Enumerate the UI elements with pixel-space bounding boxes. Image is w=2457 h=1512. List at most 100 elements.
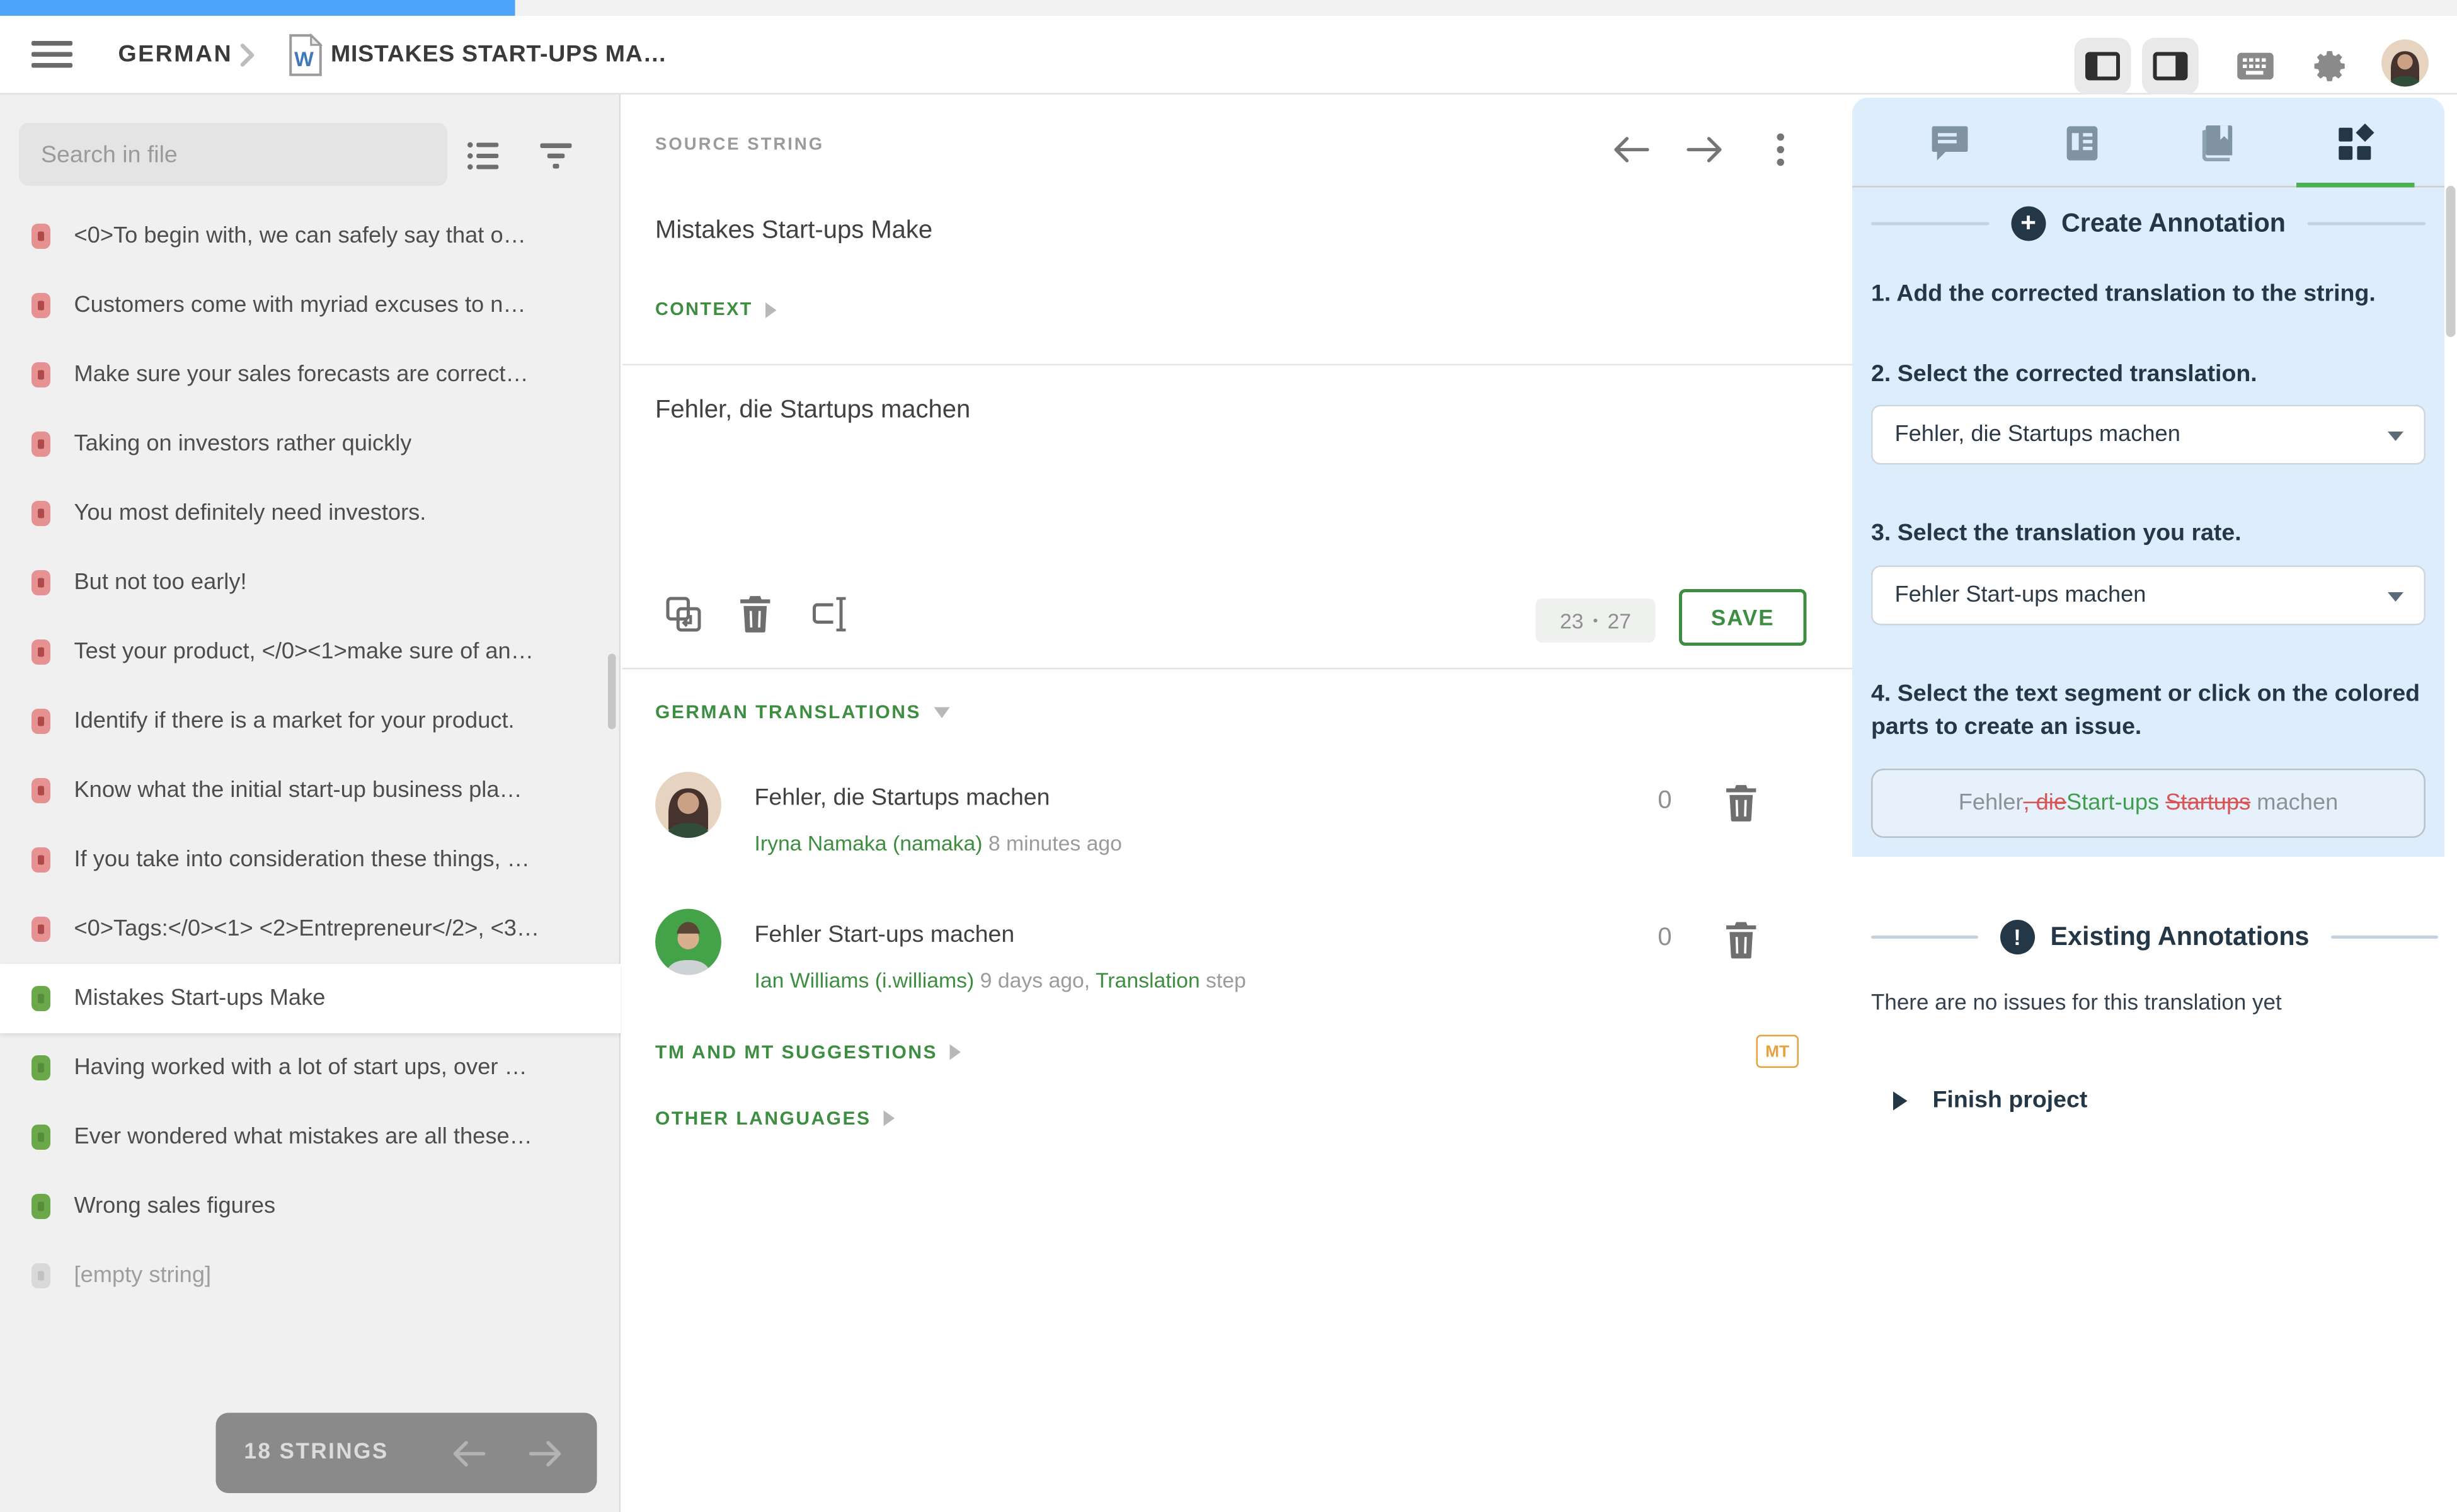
string-list-item[interactable]: Ever wondered what mistakes are all thes… [0,1102,621,1172]
context-toggle[interactable]: CONTEXT [655,301,776,320]
string-list-item[interactable]: Having worked with a lot of start ups, o… [0,1033,621,1102]
tm-suggestions-toggle[interactable]: TM AND MT SUGGESTIONS [655,1041,961,1063]
translator-avatar[interactable] [655,772,721,838]
create-annotation-card: + Create Annotation 1. Add the corrected… [1852,98,2444,857]
source-string-label: SOURCE STRING [655,135,824,154]
translation-row: Fehler, die Startups machen Iryna Namaka … [622,772,1853,891]
save-button[interactable]: SAVE [1679,589,1807,646]
tab-glossary-icon[interactable] [2192,120,2240,167]
filter-icon[interactable] [539,139,573,173]
translation-diff-box[interactable]: Fehler, dieStart-ups Startups machen [1871,769,2426,839]
active-tab-underline [2296,183,2415,188]
search-row [0,110,621,198]
user-avatar[interactable] [2381,40,2429,87]
more-options-icon[interactable] [1766,129,1794,170]
gear-icon[interactable] [2312,50,2350,82]
previous-string-arrow-icon[interactable] [1612,129,1652,170]
translation-progress-bar [0,0,515,16]
next-page-arrow-icon[interactable] [525,1433,566,1474]
rated-translation-select[interactable]: Fehler Start-ups machen [1871,566,2426,626]
string-status-bullet [32,847,50,873]
rated-translation-value: Fehler Start-ups machen [1895,583,2146,608]
annotation-step-4: 4. Select the text segment or click on t… [1871,679,2426,744]
list-view-icon[interactable] [466,139,501,173]
chevron-down-icon [2388,592,2403,602]
diff-segment-added[interactable]: Start-ups [2066,791,2159,816]
string-status-bullet [32,778,50,803]
string-list-item-label: <0>Tags:</0><1> <2>Entrepreneur</2>, <3… [74,917,540,942]
translator-link[interactable]: Ian Williams (i.williams) [755,969,975,993]
string-list-item[interactable]: [empty string] [0,1241,621,1310]
string-list-item[interactable]: But not too early! [0,548,621,617]
tab-context-icon[interactable] [2059,120,2106,167]
sidebar-scrollbar[interactable] [608,654,616,730]
string-list-item[interactable]: Wrong sales figures [0,1172,621,1241]
expand-right-icon [765,302,777,318]
copy-source-icon[interactable] [665,595,702,633]
keyboard-shortcuts-icon[interactable] [2236,50,2274,82]
string-list-item-label: Having worked with a lot of start ups, o… [74,1055,527,1080]
clear-translation-trash-icon[interactable] [739,595,777,633]
finish-project-toggle[interactable]: Finish project [1893,1087,2087,1114]
translation-meta: Ian Williams (i.williams) 9 days ago, Tr… [755,969,1246,993]
string-list-item-label: Test your product, </0><1>make sure of a… [74,639,534,665]
diff-segment-removed[interactable]: , die [2023,791,2066,816]
annotation-step-2: 2. Select the corrected translation. [1871,358,2426,391]
no-issues-message: There are no issues for this translation… [1871,989,2438,1014]
translator-link[interactable]: Iryna Namaka (namaka) [755,832,983,856]
tm-suggestions-label: TM AND MT SUGGESTIONS [655,1041,937,1063]
string-list-item-label: <0>To begin with, we can safely say that… [74,224,526,249]
diff-segment-removed[interactable]: Startups [2165,791,2250,816]
create-annotation-header: + Create Annotation [1871,207,2426,241]
divider [1871,936,1978,939]
panel-scrollbar[interactable] [2446,186,2456,337]
previous-page-arrow-icon[interactable] [449,1433,490,1474]
string-status-bullet [32,1125,50,1150]
tab-comments-icon[interactable] [1927,120,1974,167]
string-list-item[interactable]: Know what the initial start-up business … [0,756,621,825]
string-status-bullet [32,570,50,595]
string-list-item[interactable]: <0>To begin with, we can safely say that… [0,202,621,271]
translation-input-text[interactable]: Fehler, die Startups machen [655,397,970,425]
string-list-item[interactable]: Test your product, </0><1>make sure of a… [0,617,621,687]
expand-right-icon [1893,1091,1908,1109]
exclamation-circle-icon: ! [2000,920,2035,954]
corrected-translation-select[interactable]: Fehler, die Startups machen [1871,405,2426,465]
layout-left-panel-button[interactable] [2075,38,2131,94]
menu-icon[interactable] [32,41,72,68]
chevron-down-icon [2388,432,2403,442]
german-translations-toggle[interactable]: GERMAN TRANSLATIONS [655,701,949,723]
translator-link[interactable]: Translation [1096,969,1200,993]
file-title: MISTAKES START-UPS MA… [331,33,667,77]
string-list-item[interactable]: Customers come with myriad excuses to n… [0,271,621,340]
next-string-arrow-icon[interactable] [1684,129,1725,170]
tab-annotations-icon[interactable] [2333,120,2380,167]
search-input[interactable] [19,123,447,186]
string-list-item[interactable]: If you take into consideration these thi… [0,825,621,895]
string-list-item-label: Know what the initial start-up business … [74,778,522,803]
layout-right-panel-button[interactable] [2142,38,2199,94]
string-list-item-label: Identify if there is a market for your p… [74,709,515,734]
votes-count: 0 [1649,788,1681,816]
finish-project-label: Finish project [1933,1087,2088,1114]
string-list-item[interactable]: Mistakes Start-ups Make [0,964,621,1033]
translation-meta-text: 9 days ago, [974,969,1096,993]
strings-count-pill: 18 STRINGS [216,1413,597,1494]
other-languages-toggle[interactable]: OTHER LANGUAGES [655,1108,895,1130]
string-list-item[interactable]: Taking on investors rather quickly [0,410,621,479]
select-text-icon[interactable] [811,595,849,633]
string-list-item[interactable]: Identify if there is a market for your p… [0,687,621,756]
string-status-bullet [32,1263,50,1288]
string-list-item-label: Taking on investors rather quickly [74,432,412,457]
string-list-item[interactable]: <0>Tags:</0><1> <2>Entrepreneur</2>, <3… [0,895,621,964]
delete-translation-trash-icon[interactable] [1725,784,1760,822]
translation-text[interactable]: Fehler Start-ups machen [755,922,1015,949]
translator-avatar[interactable] [655,909,721,975]
string-list-item-label: Wrong sales figures [74,1194,276,1219]
delete-translation-trash-icon[interactable] [1725,922,1760,959]
string-list-item[interactable]: Make sure your sales forecasts are corre… [0,340,621,410]
breadcrumb-language[interactable]: GERMAN [118,33,233,77]
string-list-item[interactable]: You most definitely need investors. [0,479,621,548]
translation-text[interactable]: Fehler, die Startups machen [755,784,1050,811]
votes-count: 0 [1649,925,1681,953]
